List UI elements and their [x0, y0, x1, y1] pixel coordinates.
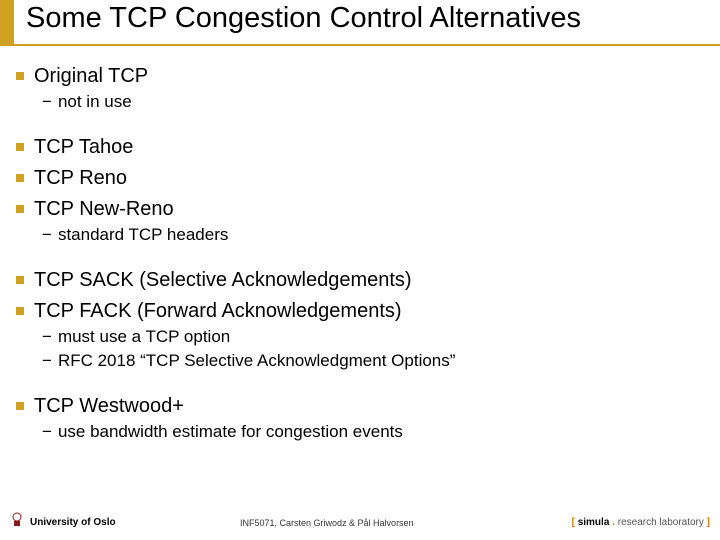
title-accent — [0, 0, 14, 44]
subbullet-rfc2018: − RFC 2018 “TCP Selective Acknowledgment… — [42, 350, 704, 372]
square-bullet-icon — [16, 402, 24, 410]
bullet-text: TCP Reno — [34, 166, 127, 191]
footer: University of Oslo INF5071, Carsten Griw… — [0, 512, 720, 530]
subbullet-text: use bandwidth estimate for congestion ev… — [58, 421, 403, 443]
content-area: Original TCP − not in use TCP Tahoe TCP … — [16, 58, 704, 443]
bullet-tahoe: TCP Tahoe — [16, 135, 704, 160]
dash-icon: − — [42, 91, 52, 113]
simula-word: simula — [578, 517, 610, 528]
square-bullet-icon — [16, 205, 24, 213]
course-credit: INF5071, Carsten Griwodz & Pål Halvorsen — [240, 518, 414, 528]
bullet-reno: TCP Reno — [16, 166, 704, 191]
square-bullet-icon — [16, 276, 24, 284]
subbullet-text: must use a TCP option — [58, 326, 230, 348]
subbullet-text: not in use — [58, 91, 132, 113]
bullet-new-reno: TCP New-Reno — [16, 197, 704, 222]
bullet-text: TCP SACK (Selective Acknowledgements) — [34, 268, 412, 293]
university-crest-icon — [10, 512, 24, 528]
dash-icon: − — [42, 326, 52, 348]
subbullet-not-in-use: − not in use — [42, 91, 704, 113]
slide-title: Some TCP Congestion Control Alternatives — [26, 2, 581, 35]
subbullet-tcp-option: − must use a TCP option — [42, 326, 704, 348]
bullet-text: Original TCP — [34, 64, 148, 89]
square-bullet-icon — [16, 72, 24, 80]
dash-icon: − — [42, 224, 52, 246]
bullet-fack: TCP FACK (Forward Acknowledgements) — [16, 299, 704, 324]
bracket-close: ] — [704, 517, 710, 528]
title-bar: Some TCP Congestion Control Alternatives — [0, 0, 720, 44]
subbullet-text: standard TCP headers — [58, 224, 228, 246]
dash-icon: − — [42, 421, 52, 443]
title-underline — [0, 44, 720, 46]
slide: Some TCP Congestion Control Alternatives… — [0, 0, 720, 540]
square-bullet-icon — [16, 143, 24, 151]
bullet-original-tcp: Original TCP — [16, 64, 704, 89]
bullet-text: TCP Tahoe — [34, 135, 133, 160]
simula-dot: . — [609, 517, 617, 528]
simula-rest: research laboratory — [618, 517, 704, 528]
square-bullet-icon — [16, 307, 24, 315]
bullet-sack: TCP SACK (Selective Acknowledgements) — [16, 268, 704, 293]
subbullet-bandwidth-estimate: − use bandwidth estimate for congestion … — [42, 421, 704, 443]
bullet-westwood: TCP Westwood+ — [16, 394, 704, 419]
simula-logo: [ simula . research laboratory ] — [572, 517, 710, 528]
university-name: University of Oslo — [30, 517, 116, 528]
bullet-text: TCP FACK (Forward Acknowledgements) — [34, 299, 402, 324]
bullet-text: TCP Westwood+ — [34, 394, 184, 419]
square-bullet-icon — [16, 174, 24, 182]
bullet-text: TCP New-Reno — [34, 197, 174, 222]
subbullet-standard-headers: − standard TCP headers — [42, 224, 704, 246]
subbullet-text: RFC 2018 “TCP Selective Acknowledgment O… — [58, 350, 455, 372]
dash-icon: − — [42, 350, 52, 372]
